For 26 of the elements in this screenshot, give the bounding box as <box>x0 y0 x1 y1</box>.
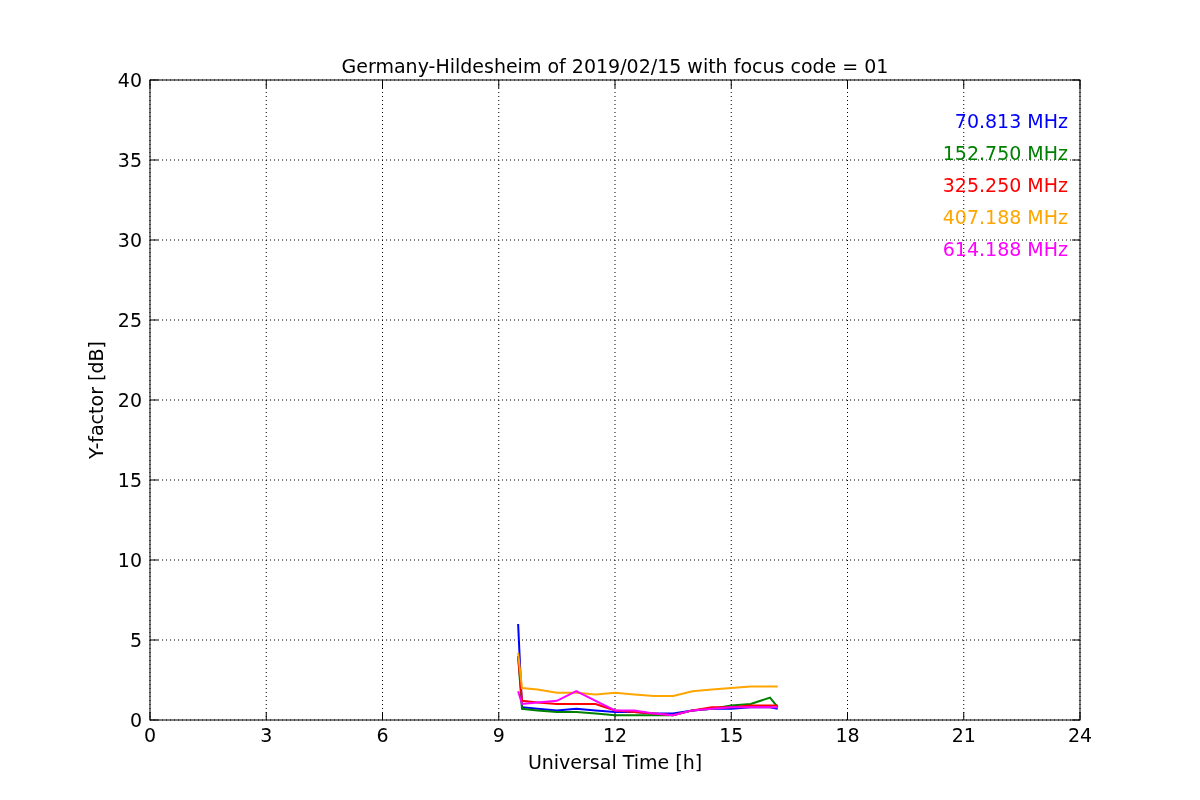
legend-label: 614.188 MHz <box>942 238 1068 260</box>
tick-label: 3 <box>260 724 273 746</box>
tick-label: 25 <box>117 309 142 331</box>
legend-label: 152.750 MHz <box>942 142 1068 164</box>
legend-label: 70.813 MHz <box>954 110 1068 132</box>
tick-label: 10 <box>117 549 142 571</box>
tick-label: 0 <box>143 724 157 746</box>
tick-label: 21 <box>951 724 976 746</box>
tick-label: 18 <box>835 724 860 746</box>
tick-label: 30 <box>117 229 142 251</box>
tick-label: 6 <box>376 724 389 746</box>
tick-label: 24 <box>1067 724 1093 746</box>
tick-label: 12 <box>602 724 628 746</box>
tick-label: 20 <box>117 389 142 411</box>
tick-label: 15 <box>117 469 142 491</box>
chart-title: Germany-Hildesheim of 2019/02/15 with focus code = 01 <box>341 55 889 77</box>
tick-label: 15 <box>719 724 744 746</box>
y-axis-label: Y-factor [dB] <box>85 341 107 459</box>
tick-label: 35 <box>117 149 142 171</box>
legend-label: 325.250 MHz <box>942 174 1068 196</box>
tick-label: 5 <box>129 629 142 651</box>
tick-label: 40 <box>117 69 142 91</box>
legend-label: 407.188 MHz <box>942 206 1068 228</box>
x-axis-label: Universal Time [h] <box>527 751 703 773</box>
tick-label: 9 <box>492 724 505 746</box>
tick-label: 0 <box>129 709 142 731</box>
